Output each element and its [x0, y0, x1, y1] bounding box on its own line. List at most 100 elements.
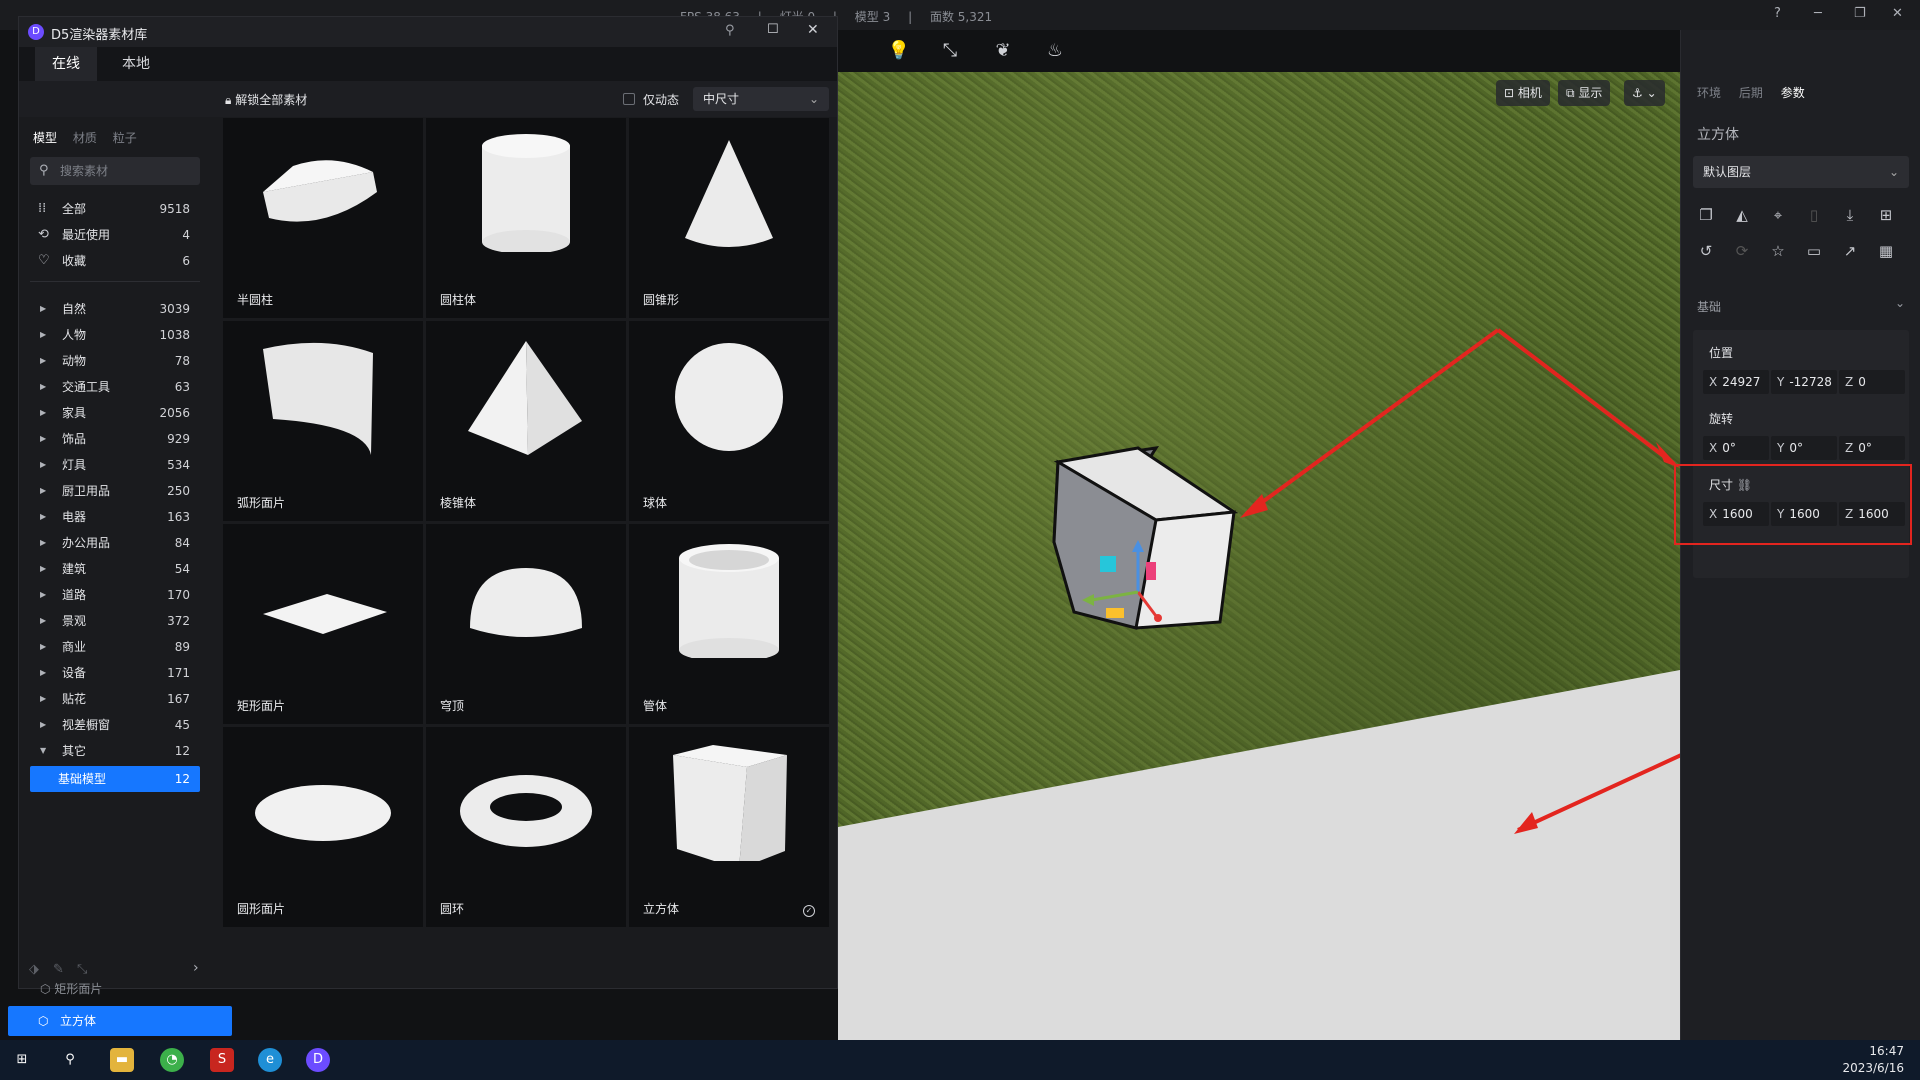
library-title-bar[interactable]: D D5渲染器素材库 ⚲ ☐ ✕ [19, 17, 837, 47]
path-tool-icon[interactable]: ⤡ [937, 38, 963, 64]
asset-card[interactable]: 圆形面片 [223, 727, 423, 927]
category-item[interactable]: ▶ 自然 3039 [30, 296, 200, 322]
copy-icon[interactable]: ❐ [1695, 204, 1717, 226]
asset-card[interactable]: 半圆柱 [223, 118, 423, 318]
layer-dropdown[interactable]: 默认图层 ⌄ [1693, 156, 1909, 188]
star-icon[interactable]: ☆ [1767, 240, 1789, 262]
sync-icon[interactable]: ⟳ [1731, 240, 1753, 262]
tab-environment[interactable]: 环境 [1697, 86, 1721, 100]
position-x-field[interactable]: X 24927 [1703, 370, 1769, 394]
category-item[interactable]: ▶ 灯具 534 [30, 452, 200, 478]
asset-card[interactable]: 棱锥体 [426, 321, 626, 521]
category-item[interactable]: ▶ 交通工具 63 [30, 374, 200, 400]
help-icon[interactable]: ? [1774, 6, 1781, 21]
display-button[interactable]: ⧉ 显示 [1558, 80, 1611, 106]
category-item[interactable]: ▶ 饰品 929 [30, 426, 200, 452]
tag-icon[interactable]: ⬗ [29, 962, 39, 977]
category-recent[interactable]: ⟲ 最近使用 4 [30, 222, 200, 248]
asset-card[interactable]: 圆锥形 [629, 118, 829, 318]
file-explorer-icon[interactable]: ▬ [110, 1048, 134, 1072]
3d-viewport[interactable] [838, 72, 1680, 1040]
category-item[interactable]: ▶ 厨卫用品 250 [30, 478, 200, 504]
edit-icon[interactable]: ✎ [53, 962, 64, 977]
windows-start-icon[interactable]: ⊞ [10, 1048, 34, 1072]
tab-particles[interactable]: 粒子 [113, 131, 137, 145]
align-icon[interactable]: ▯ [1803, 204, 1825, 226]
category-item[interactable]: ▶ 电器 163 [30, 504, 200, 530]
leaf-icon[interactable]: ❦ [990, 38, 1016, 64]
rotation-z-field[interactable]: Z 0° [1839, 436, 1905, 460]
asset-card[interactable]: 穹顶 [426, 524, 626, 724]
rotation-y-field[interactable]: Y 0° [1771, 436, 1837, 460]
scene-item-selected[interactable]: ⬡ 立方体 [8, 1006, 232, 1036]
dynamic-only-checkbox[interactable] [623, 93, 635, 105]
position-y-field[interactable]: Y -12728 [1771, 370, 1837, 394]
edge-browser-icon[interactable]: e [258, 1048, 282, 1072]
sketchup-icon[interactable]: S [210, 1048, 234, 1072]
camera-button[interactable]: ⊡ 相机 [1496, 80, 1550, 106]
tab-materials[interactable]: 材质 [73, 131, 97, 145]
rotation-x-field[interactable]: X 0° [1703, 436, 1769, 460]
caret-right-icon: ▶ [40, 616, 47, 625]
maximize-icon[interactable]: ☐ [767, 22, 779, 37]
category-item[interactable]: ▶ 动物 78 [30, 348, 200, 374]
asset-card[interactable]: 圆环 [426, 727, 626, 927]
unlock-all-button[interactable]: 🔒︎ 解锁全部素材 [225, 91, 307, 108]
chevron-right-icon[interactable]: › [193, 960, 199, 976]
category-item[interactable]: ▶ 人物 1038 [30, 322, 200, 348]
asset-card[interactable]: 圆柱体 [426, 118, 626, 318]
size-dropdown[interactable]: 中尺寸 ⌄ [693, 87, 829, 111]
qr-code-icon[interactable]: ▦ [1875, 240, 1897, 262]
category-item[interactable]: ▶ 视差橱窗 45 [30, 712, 200, 738]
category-item[interactable]: ▶ 设备 171 [30, 660, 200, 686]
link-icon[interactable]: ⤡ [77, 962, 87, 977]
asset-card[interactable]: 球体 [629, 321, 829, 521]
close-icon[interactable]: ✕ [1892, 6, 1903, 21]
mirror-icon[interactable]: ◭ [1731, 204, 1753, 226]
minimize-icon[interactable]: ─ [1814, 6, 1822, 21]
category-item[interactable]: ▶ 景观 372 [30, 608, 200, 634]
search-input[interactable]: ⚲ 搜索素材 [30, 157, 200, 185]
position-z-field[interactable]: Z0 [1839, 370, 1905, 394]
search-icon[interactable]: ⚲ [58, 1048, 82, 1072]
tab-models[interactable]: 模型 [33, 131, 57, 145]
category-all[interactable]: ⁞⁞ 全部 9518 [30, 196, 200, 222]
subcategory-basic-models[interactable]: 基础模型 12 [30, 766, 200, 792]
add-icon[interactable]: ⊞ [1875, 204, 1897, 226]
asset-card[interactable]: 矩形面片 [223, 524, 423, 724]
category-item[interactable]: ▼ 其它 12 [30, 738, 200, 764]
scene-item-partial[interactable]: ⬡ 矩形面片 [40, 980, 102, 997]
folder-icon[interactable]: ▭ [1803, 240, 1825, 262]
tab-params[interactable]: 参数 [1781, 86, 1805, 100]
tab-post[interactable]: 后期 [1739, 86, 1763, 100]
section-basic-header[interactable]: 基础 [1697, 298, 1721, 315]
asset-card[interactable]: 管体 [629, 524, 829, 724]
asset-card[interactable]: 弧形面片 [223, 321, 423, 521]
category-item[interactable]: ▶ 建筑 54 [30, 556, 200, 582]
focus-icon[interactable]: ⌖ [1767, 204, 1789, 226]
d5-render-icon[interactable]: D [306, 1048, 330, 1072]
category-item[interactable]: ▶ 商业 89 [30, 634, 200, 660]
category-favorites[interactable]: ♡ 收藏 6 [30, 248, 200, 274]
share-icon[interactable]: ↗ [1839, 240, 1861, 262]
close-icon[interactable]: ✕ [807, 22, 819, 38]
wechat-icon[interactable]: ◔ [160, 1048, 184, 1072]
anchor-dropdown[interactable]: ⚓ ⌄ [1624, 80, 1665, 106]
category-item[interactable]: ▶ 家具 2056 [30, 400, 200, 426]
category-count: 929 [167, 432, 190, 446]
asset-card-selected[interactable]: 立方体 ✓ [629, 727, 829, 927]
flame-icon[interactable]: ♨ [1042, 38, 1068, 64]
tab-local[interactable]: 本地 [105, 47, 167, 81]
system-clock[interactable]: 16:47 2023/6/16 [1842, 1043, 1904, 1077]
chevron-down-icon[interactable]: ⌄ [1895, 296, 1905, 310]
reset-icon[interactable]: ↺ [1695, 240, 1717, 262]
light-bulb-icon[interactable]: 💡 [886, 38, 912, 64]
caret-right-icon: ▶ [40, 512, 47, 521]
drop-to-ground-icon[interactable]: ⤓ [1839, 204, 1861, 226]
pin-icon[interactable]: ⚲ [725, 23, 735, 38]
tab-online[interactable]: 在线 [35, 47, 97, 81]
restore-icon[interactable]: ❐ [1854, 6, 1866, 21]
category-item[interactable]: ▶ 办公用品 84 [30, 530, 200, 556]
category-item[interactable]: ▶ 道路 170 [30, 582, 200, 608]
category-item[interactable]: ▶ 贴花 167 [30, 686, 200, 712]
